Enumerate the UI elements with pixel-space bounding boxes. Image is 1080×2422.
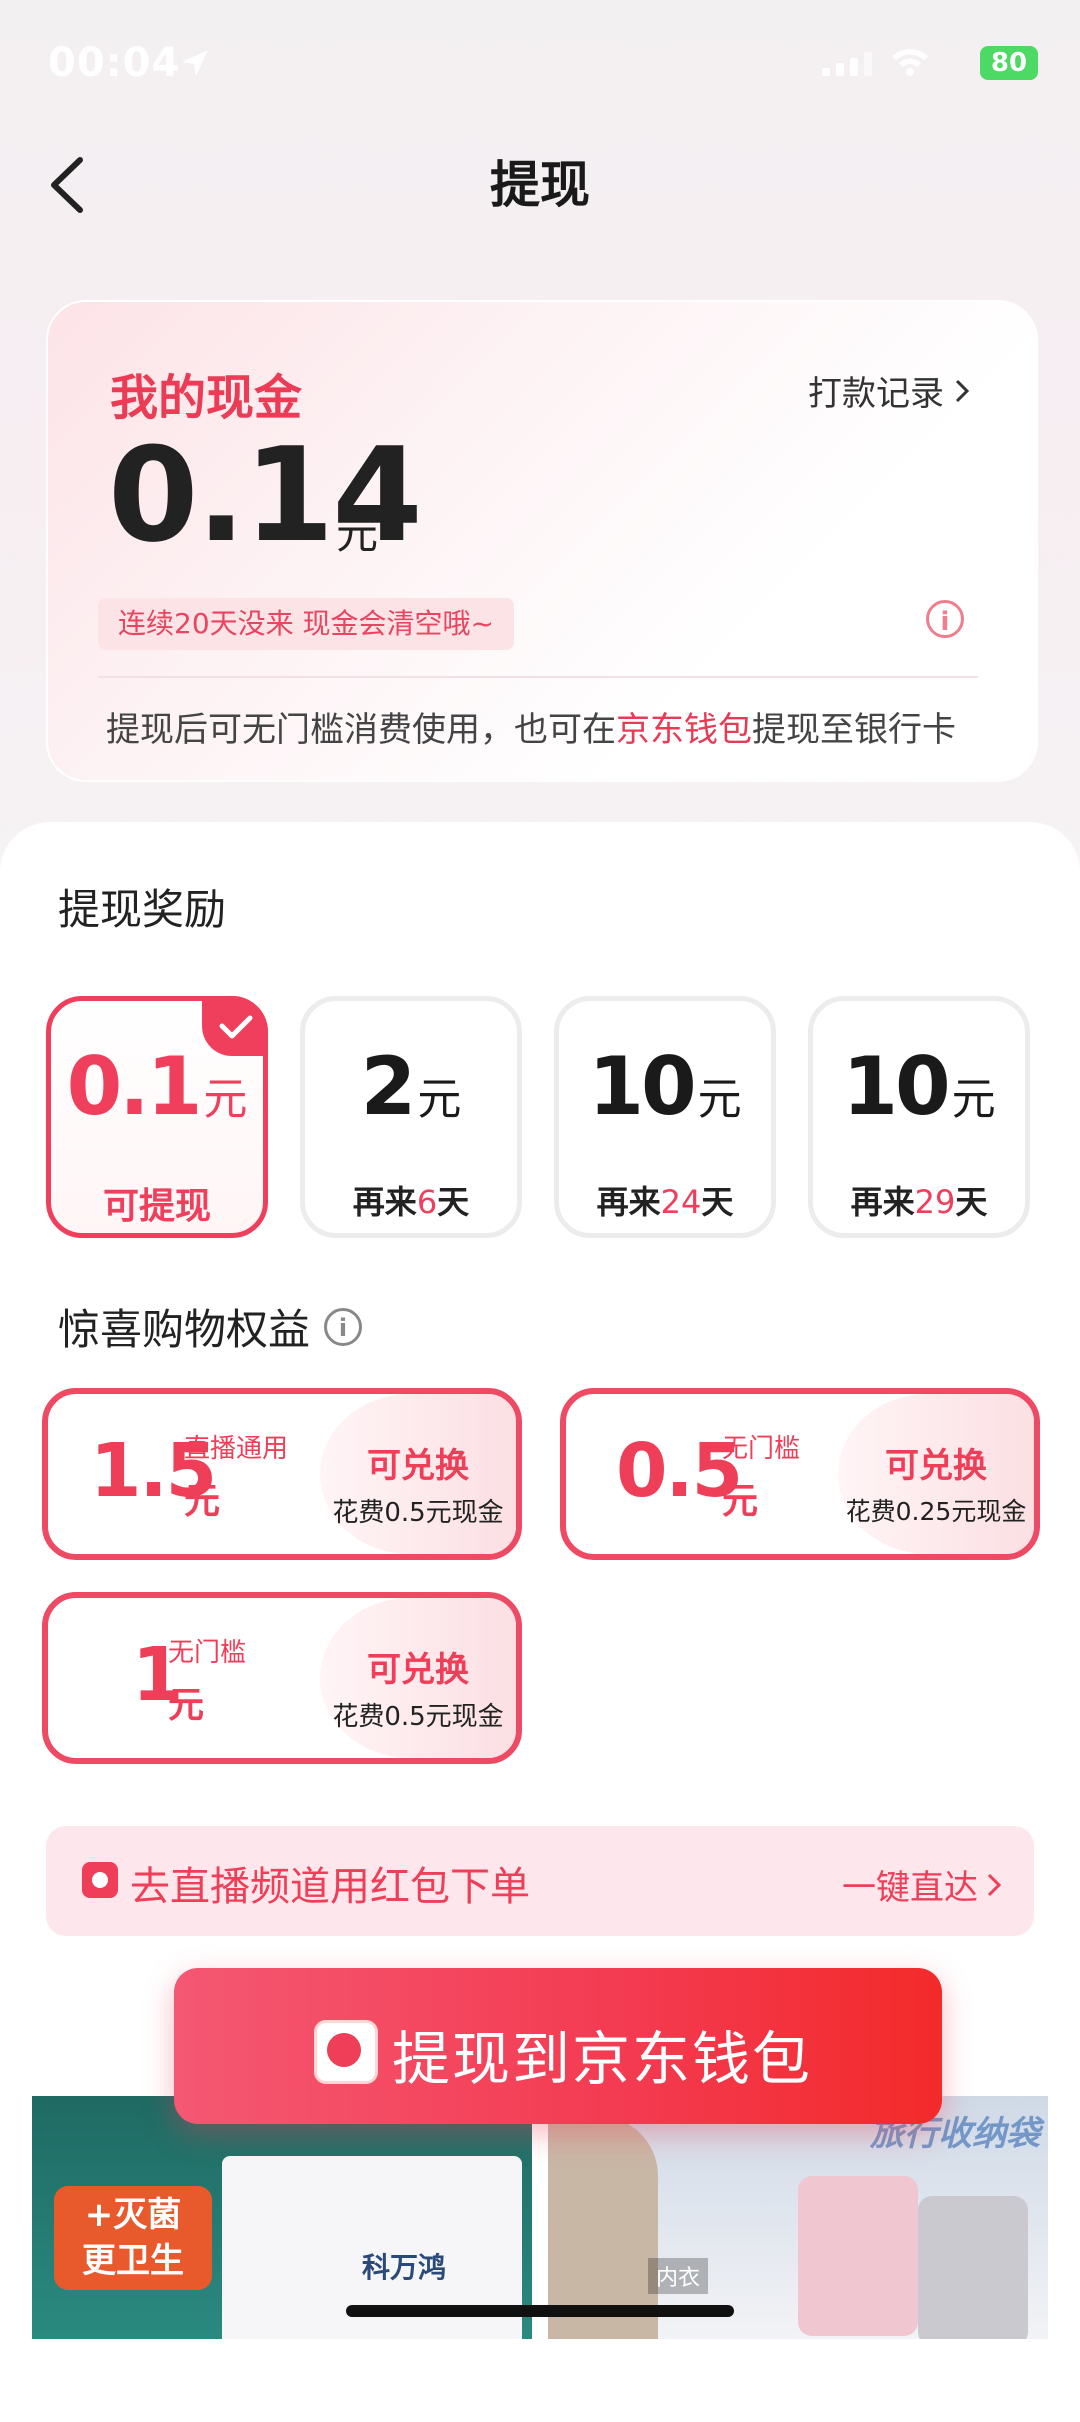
coupon-cost: 花费0.5元现金 bbox=[332, 1498, 504, 1528]
badge-line: 更卫生 bbox=[82, 2241, 184, 2281]
tier-amount: 2 bbox=[360, 1040, 417, 1133]
cellular-signal-icon bbox=[822, 52, 872, 76]
cash-card-title: 我的现金 bbox=[110, 370, 303, 426]
payment-record-label: 打款记录 bbox=[808, 374, 944, 414]
benefit-section-title: 惊喜购物权益 i bbox=[58, 1296, 363, 1357]
cash-unit: 元 bbox=[336, 509, 379, 558]
red-packet-icon bbox=[82, 1862, 118, 1898]
jd-wallet-link[interactable]: 京东钱包 bbox=[616, 710, 752, 750]
battery-indicator: 80 bbox=[980, 46, 1038, 80]
coupon-card[interactable]: 0.5 无门槛 元 可兑换 花费0.25元现金 bbox=[560, 1388, 1040, 1560]
coupon-card[interactable]: 1.5 直播通用 元 可兑换 花费0.5元现金 bbox=[42, 1388, 522, 1560]
reward-tier-2[interactable]: 2元 再来6天 bbox=[300, 996, 522, 1238]
reward-tier-4[interactable]: 10元 再来29天 bbox=[808, 996, 1030, 1238]
badge-line: +灭菌 bbox=[84, 2195, 182, 2235]
tier-days: 29 bbox=[914, 1183, 956, 1221]
coupon-cost: 花费0.25元现金 bbox=[845, 1497, 1027, 1526]
cash-note-prefix: 提现后可无门槛消费使用，也可在 bbox=[106, 710, 616, 750]
info-icon[interactable]: i bbox=[926, 600, 964, 638]
tier-label: 再来29天 bbox=[813, 1177, 1025, 1223]
tier-pre: 再来 bbox=[352, 1183, 417, 1221]
jd-logo-icon bbox=[314, 2020, 378, 2084]
clear-warning: 连续20天没来 现金会清空哦~ bbox=[98, 598, 514, 650]
chevron-right-icon bbox=[955, 379, 970, 402]
cash-note-suffix: 提现至银行卡 bbox=[752, 710, 956, 750]
tier-pre: 再来 bbox=[850, 1183, 915, 1221]
tier-amount: 10 bbox=[588, 1040, 696, 1133]
coupon-unit: 元 bbox=[168, 1685, 205, 1726]
coupon-cost: 花费0.5元现金 bbox=[332, 1702, 504, 1732]
tier-post: 天 bbox=[437, 1183, 470, 1221]
tier-unit: 元 bbox=[697, 1074, 742, 1125]
coupon-tag: 直播通用 bbox=[184, 1434, 289, 1464]
product-image bbox=[918, 2196, 1028, 2339]
tier-amount: 10 bbox=[842, 1040, 950, 1133]
product-badge: +灭菌 更卫生 bbox=[54, 2186, 212, 2290]
reward-tier-1[interactable]: 0.1元 可提现 bbox=[46, 996, 268, 1238]
location-arrow-icon bbox=[182, 50, 208, 76]
coupon-tag: 无门槛 bbox=[722, 1434, 801, 1464]
coupon-exchange-label: 可兑换 bbox=[367, 1446, 469, 1486]
payment-record-link[interactable]: 打款记录 bbox=[808, 366, 970, 415]
product-card[interactable]: 旅行收纳袋 内衣 bbox=[548, 2096, 1048, 2339]
product-label: 内衣 bbox=[648, 2258, 709, 2294]
wifi-icon bbox=[892, 49, 928, 76]
live-banner-text: 去直播频道用红包下单 bbox=[130, 1864, 530, 1910]
page-title: 提现 bbox=[490, 156, 590, 214]
tier-post: 天 bbox=[701, 1183, 734, 1221]
home-indicator bbox=[346, 2305, 734, 2317]
tier-label: 可提现 bbox=[102, 1186, 211, 1227]
product-card[interactable]: +灭菌 更卫生 科万鸿 bbox=[32, 2096, 532, 2339]
product-brand: 科万鸿 bbox=[362, 2251, 447, 2284]
one-click-label: 一键直达 bbox=[842, 1868, 978, 1908]
divider bbox=[98, 676, 978, 678]
tier-unit: 元 bbox=[951, 1074, 996, 1125]
tier-unit: 元 bbox=[203, 1074, 248, 1125]
reward-tier-3[interactable]: 10元 再来24天 bbox=[554, 996, 776, 1238]
coupon-unit: 元 bbox=[722, 1481, 759, 1522]
status-time: 00:04 bbox=[48, 40, 181, 86]
chevron-right-icon bbox=[987, 1873, 1002, 1896]
coupon-exchange-label: 可兑换 bbox=[885, 1446, 987, 1486]
product-image bbox=[798, 2176, 918, 2336]
tier-amount: 0.1 bbox=[66, 1040, 203, 1133]
one-click-link[interactable]: 一键直达 bbox=[842, 1860, 1002, 1909]
coupon-tag: 无门槛 bbox=[168, 1638, 247, 1668]
info-icon[interactable]: i bbox=[324, 1307, 363, 1346]
coupon-unit: 元 bbox=[184, 1481, 221, 1522]
tier-days: 24 bbox=[660, 1183, 702, 1221]
tier-label: 再来24天 bbox=[559, 1177, 771, 1223]
withdraw-button-label: 提现到京东钱包 bbox=[392, 2025, 813, 2093]
benefit-title-text: 惊喜购物权益 bbox=[58, 1305, 311, 1354]
tier-unit: 元 bbox=[417, 1074, 462, 1125]
product-feed: +灭菌 更卫生 科万鸿 旅行收纳袋 内衣 bbox=[32, 2096, 1048, 2339]
cash-note: 提现后可无门槛消费使用，也可在京东钱包提现至银行卡 bbox=[106, 702, 956, 751]
tier-days: 6 bbox=[416, 1183, 438, 1221]
coupon-exchange-label: 可兑换 bbox=[367, 1650, 469, 1690]
reward-section-title: 提现奖励 bbox=[58, 885, 227, 934]
tier-label: 再来6天 bbox=[305, 1177, 517, 1223]
coupon-card[interactable]: 1 无门槛 元 可兑换 花费0.5元现金 bbox=[42, 1592, 522, 1764]
tier-pre: 再来 bbox=[596, 1183, 661, 1221]
tier-post: 天 bbox=[955, 1183, 988, 1221]
